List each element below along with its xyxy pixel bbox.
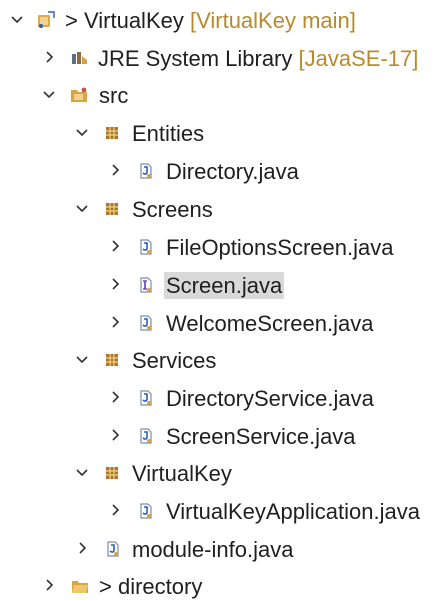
java-file-icon <box>137 238 155 256</box>
tree-item-file-screenservice[interactable]: ScreenService.java <box>0 418 443 455</box>
package-label-virtualkey: VirtualKey <box>132 461 232 486</box>
tree-item-file-directoryservice[interactable]: DirectoryService.java <box>0 380 443 417</box>
tree-item-src[interactable]: src <box>0 77 443 114</box>
tree-item-package-services[interactable]: Services <box>0 342 443 379</box>
java-project-icon <box>37 11 55 29</box>
chevron-right-icon[interactable] <box>108 503 122 517</box>
chevron-right-icon[interactable] <box>42 578 56 592</box>
file-label: ScreenService.java <box>166 424 356 449</box>
java-file-icon <box>137 427 155 445</box>
chevron-down-icon[interactable] <box>10 12 24 26</box>
file-label: WelcomeScreen.java <box>166 311 374 336</box>
chevron-right-icon[interactable] <box>108 315 122 329</box>
chevron-down-icon[interactable] <box>42 87 56 101</box>
chevron-right-icon[interactable] <box>108 390 122 404</box>
directory-label: > directory <box>99 573 202 600</box>
chevron-down-icon[interactable] <box>75 352 89 366</box>
chevron-down-icon[interactable] <box>75 201 89 215</box>
chevron-right-icon[interactable] <box>108 239 122 253</box>
module-info-label: module-info.java <box>132 537 294 562</box>
jre-label: JRE System Library [JavaSE-17] <box>98 45 418 72</box>
project-label: > VirtualKey [VirtualKey main] <box>65 7 356 34</box>
file-label: VirtualKeyApplication.java <box>166 499 420 524</box>
java-interface-file-icon <box>137 276 155 294</box>
chevron-right-icon[interactable] <box>108 277 122 291</box>
package-icon <box>104 200 122 218</box>
repo-decoration: [VirtualKey main] <box>189 8 356 33</box>
directory-name: directory <box>117 574 203 599</box>
chevron-right-icon[interactable] <box>42 50 56 64</box>
tree-item-project[interactable]: > VirtualKey [VirtualKey main] <box>0 2 443 39</box>
tree-item-jre-library[interactable]: JRE System Library [JavaSE-17] <box>0 40 443 77</box>
directory-prefix: > <box>99 574 112 599</box>
tree-item-package-virtualkey[interactable]: VirtualKey <box>0 455 443 492</box>
package-icon <box>104 124 122 142</box>
java-file-icon <box>137 502 155 520</box>
source-folder-icon <box>70 86 88 104</box>
file-label: FileOptionsScreen.java <box>166 235 394 260</box>
folder-icon <box>71 577 89 595</box>
package-label-services: Services <box>132 348 217 373</box>
repo-prefix: > <box>65 8 78 33</box>
jre-name: JRE System Library <box>98 46 293 71</box>
java-file-icon <box>137 389 155 407</box>
tree-item-file-screen[interactable]: Screen.java <box>0 267 443 304</box>
chevron-down-icon[interactable] <box>75 125 89 139</box>
package-label-entities: Entities <box>132 121 205 146</box>
file-label-selected: Screen.java <box>164 272 285 299</box>
tree-item-package-screens[interactable]: Screens <box>0 191 443 228</box>
tree-item-module-info[interactable]: module-info.java <box>0 531 443 568</box>
tree-item-package-entities[interactable]: Entities <box>0 115 443 152</box>
chevron-right-icon[interactable] <box>108 163 122 177</box>
package-icon <box>104 464 122 482</box>
tree-item-directory-folder[interactable]: > directory <box>0 568 443 601</box>
project-name: VirtualKey <box>83 8 184 33</box>
library-icon <box>70 49 88 67</box>
chevron-right-icon[interactable] <box>75 541 89 555</box>
tree-item-file-virtualkeyapplication[interactable]: VirtualKeyApplication.java <box>0 493 443 530</box>
package-explorer-tree: > VirtualKey [VirtualKey main] JRE Syste… <box>0 0 443 601</box>
tree-item-file-welcomescreen[interactable]: WelcomeScreen.java <box>0 305 443 342</box>
chevron-down-icon[interactable] <box>75 465 89 479</box>
src-label: src <box>99 83 129 108</box>
package-icon <box>104 351 122 369</box>
tree-item-file-fileoptionsscreen[interactable]: FileOptionsScreen.java <box>0 229 443 266</box>
file-label: Directory.java <box>166 159 299 184</box>
jre-decoration: [JavaSE-17] <box>298 46 419 71</box>
java-file-icon <box>137 314 155 332</box>
chevron-right-icon[interactable] <box>108 428 122 442</box>
file-label: DirectoryService.java <box>166 386 374 411</box>
package-label-screens: Screens <box>132 197 213 222</box>
java-file-icon <box>137 162 155 180</box>
tree-item-file-directory[interactable]: Directory.java <box>0 153 443 190</box>
java-file-icon <box>104 540 122 558</box>
